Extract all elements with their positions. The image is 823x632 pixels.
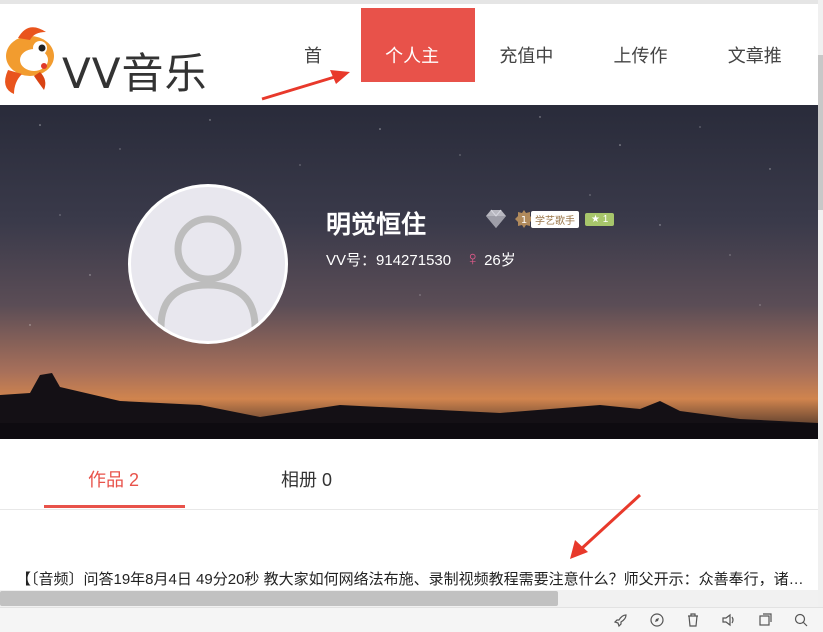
site-header: VV音乐 首页 个人主页 充值中心 上传作品 文章推荐 xyxy=(0,0,818,162)
nav-profile[interactable]: 个人主页 xyxy=(361,8,476,162)
user-avatar[interactable] xyxy=(128,184,288,344)
logo-text: VV音乐 xyxy=(62,49,208,98)
diamond-icon[interactable] xyxy=(484,209,508,229)
vertical-scroll-thumb[interactable] xyxy=(818,55,823,210)
gender-age: ♀ 26岁 xyxy=(465,248,516,271)
nav-upload[interactable]: 上传作品 xyxy=(590,8,704,162)
singer-label: 学艺歌手 xyxy=(531,210,579,228)
status-bar-icons xyxy=(613,612,809,628)
age-text: 26岁 xyxy=(484,252,516,269)
star-badge[interactable]: ★ 1 xyxy=(585,212,615,226)
fish-mascot-icon xyxy=(5,27,54,94)
profile-banner: 明觉恒住 1 学艺歌手 ★ 1 VV号：914271530 ♀ 26岁 xyxy=(0,105,818,439)
rocket-icon[interactable] xyxy=(613,612,629,628)
tab-albums[interactable]: 相册 0 xyxy=(281,466,332,492)
trash-icon[interactable] xyxy=(685,612,701,628)
female-icon: ♀ xyxy=(465,248,481,270)
vv-id: VV号：914271530 xyxy=(326,252,452,269)
speaker-icon[interactable] xyxy=(721,612,737,628)
svg-text:1: 1 xyxy=(521,215,527,226)
site-logo[interactable]: VV音乐 xyxy=(0,14,230,99)
work-list-item[interactable]: 【〔音频〕问答19年8月4日 49分20秒 教大家如何网络法布施、录制视频教程需… xyxy=(16,568,806,589)
singer-level-badge[interactable]: 1 学艺歌手 xyxy=(514,209,579,229)
username-text: 明觉恒住 xyxy=(326,211,427,239)
profile-tabs: 作品 2 相册 0 xyxy=(0,439,818,510)
profile-info: VV号：914271530 ♀ 26岁 xyxy=(326,248,516,271)
profile-username: 明觉恒住 xyxy=(326,205,426,241)
nav-articles[interactable]: 文章推荐 xyxy=(704,8,818,162)
browser-status-bar xyxy=(0,607,823,632)
active-tab-indicator xyxy=(44,505,185,508)
window-icon[interactable] xyxy=(757,612,773,628)
night-sky-stars xyxy=(0,116,818,439)
profile-badges: 1 学艺歌手 ★ 1 xyxy=(484,209,615,229)
horizontal-scroll-thumb[interactable] xyxy=(0,591,558,606)
search-icon[interactable] xyxy=(793,612,809,628)
default-avatar-icon xyxy=(157,215,259,328)
nav-home[interactable]: 首页 xyxy=(280,8,361,162)
nav-recharge[interactable]: 充值中心 xyxy=(475,8,589,162)
compass-icon[interactable] xyxy=(649,612,665,628)
vertical-scrollbar[interactable] xyxy=(818,0,823,607)
tab-works[interactable]: 作品 2 xyxy=(88,466,139,492)
horizontal-scrollbar[interactable] xyxy=(0,590,818,607)
main-nav: 首页 个人主页 充值中心 上传作品 文章推荐 xyxy=(280,8,818,162)
